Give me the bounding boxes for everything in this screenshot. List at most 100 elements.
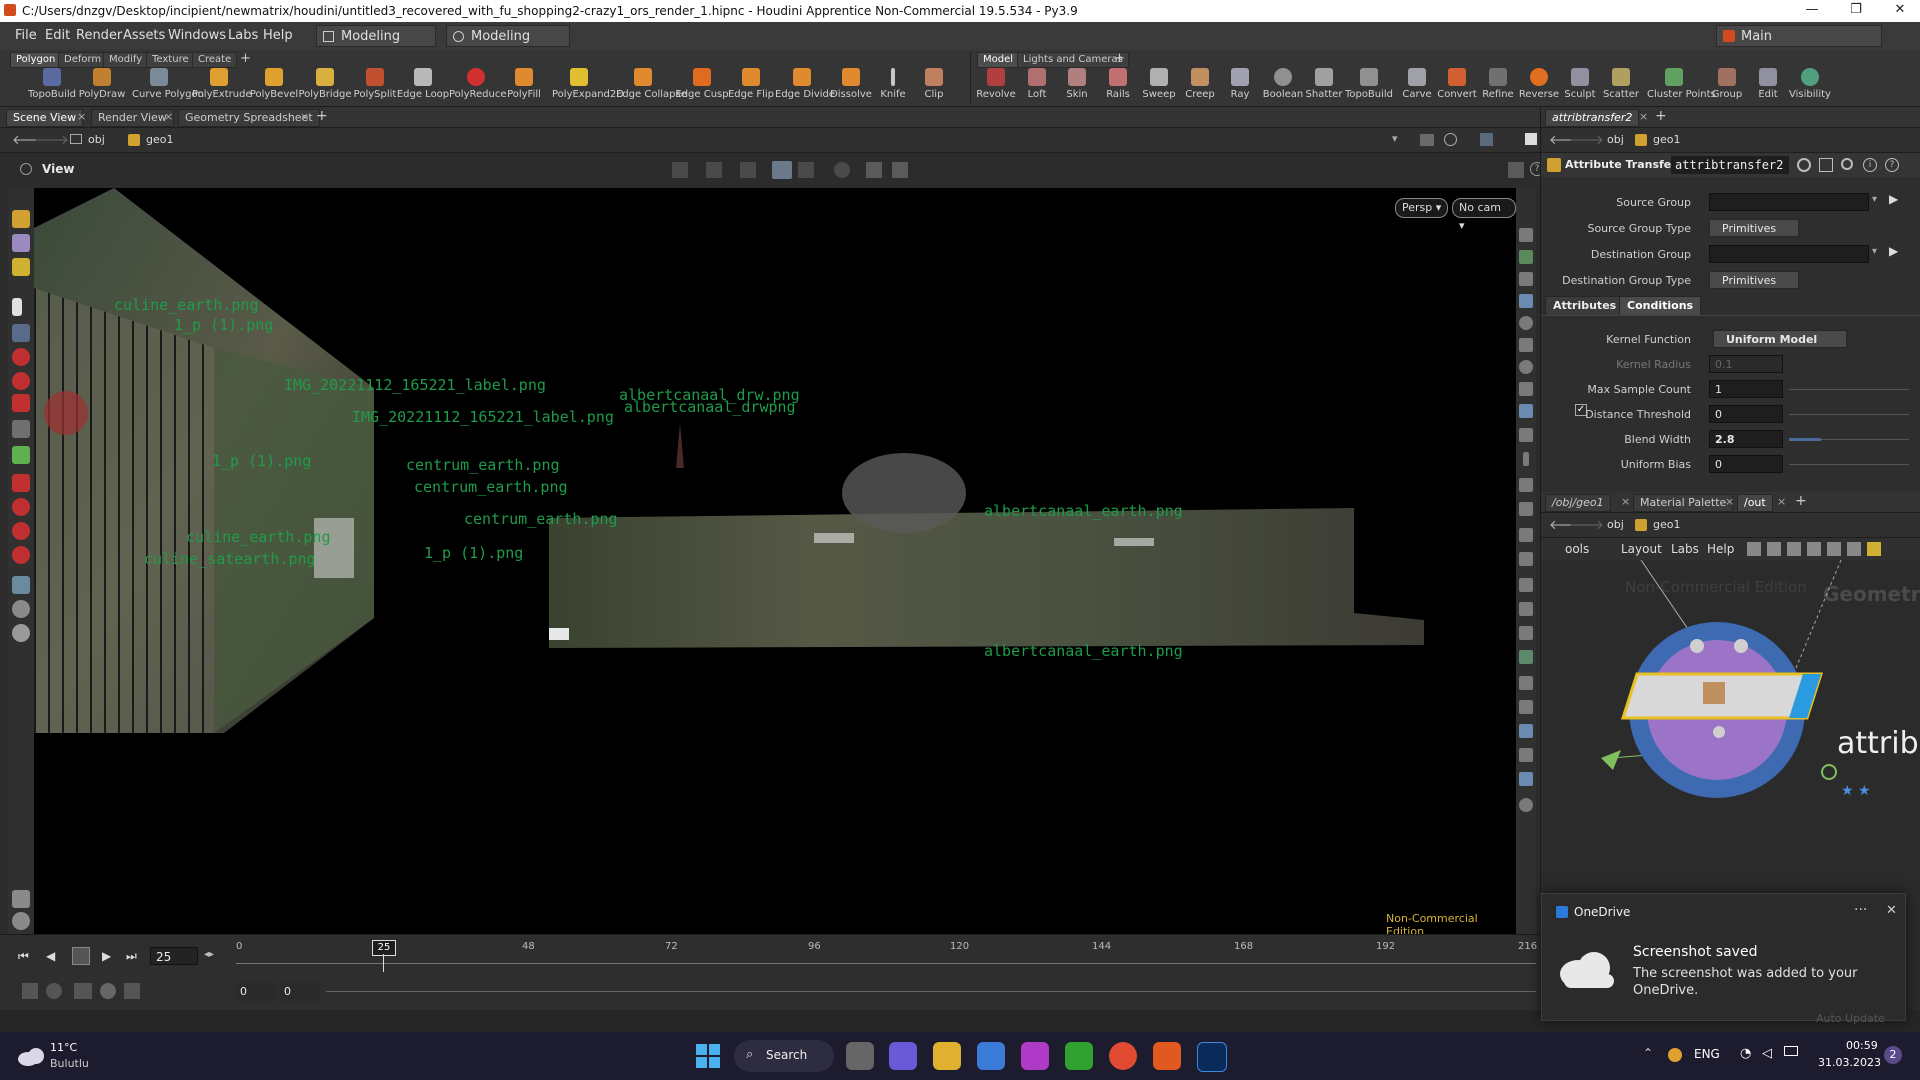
view-tool-icon[interactable] (12, 576, 30, 594)
pointer-tool-icon[interactable] (12, 298, 22, 316)
tool-polyreduce[interactable]: PolyReduce (449, 68, 506, 106)
wifi-icon[interactable]: ◔ (1740, 1046, 1751, 1061)
brush-tool-icon[interactable] (12, 372, 30, 390)
perspective-menu[interactable]: Persp ▾ (1395, 198, 1449, 218)
tab-obj-geo1[interactable]: /obj/geo1 (1545, 494, 1611, 512)
point-icon[interactable] (1523, 452, 1529, 466)
timeline-ruler[interactable]: 0 48 72 96 120 144 168 192 216 25 (236, 939, 1537, 979)
close-tab-icon[interactable]: × (1621, 495, 1630, 508)
wrench-icon[interactable] (1747, 542, 1761, 556)
clock-date[interactable]: 31.03.2023 (1818, 1056, 1881, 1069)
cook-icon[interactable] (12, 890, 30, 908)
tab-render-view[interactable]: Render View (91, 109, 174, 127)
add-tab-icon[interactable]: + (1655, 108, 1667, 124)
hda-icon[interactable] (1819, 158, 1833, 172)
forward-arrow-icon[interactable]: 🡒 (1569, 517, 1604, 533)
end-frame-field[interactable]: 0 (280, 983, 320, 1001)
bulb-icon[interactable] (1519, 360, 1533, 374)
toast-more-button[interactable]: ··· (1854, 902, 1867, 918)
weather-temp[interactable]: 11°C (50, 1041, 77, 1054)
path-geo[interactable]: geo1 (1653, 517, 1680, 533)
paint-tool-icon[interactable] (12, 394, 30, 412)
blend-width-field[interactable]: 2.8 (1709, 430, 1783, 448)
tool-edge-flip[interactable]: Edge Flip (724, 68, 778, 106)
pose-tool-icon[interactable] (12, 258, 30, 276)
flip-icon[interactable] (1519, 748, 1533, 762)
tab-attributes[interactable]: Attributes (1545, 296, 1625, 316)
dots-tool-icon[interactable] (12, 420, 30, 438)
lock-tool-icon[interactable] (12, 324, 30, 342)
input-connector-2[interactable] (1734, 639, 1748, 653)
file-explorer-icon[interactable] (933, 1042, 961, 1070)
tab-attribtransfer[interactable]: attribtransfer2 (1545, 109, 1640, 127)
wire-icon[interactable] (1519, 428, 1533, 442)
view-options-icon[interactable] (1508, 162, 1524, 178)
kernel-function-menu[interactable]: Uniform Model (1713, 330, 1847, 348)
path-obj[interactable]: obj (1607, 517, 1624, 533)
shelf-tab-deform[interactable]: Deform (58, 52, 108, 68)
lighting-icon[interactable] (834, 162, 850, 178)
fill-icon[interactable] (1519, 528, 1533, 542)
image-icon[interactable] (1827, 542, 1841, 556)
language-indicator[interactable]: ENG (1694, 1047, 1720, 1061)
goto-start-icon[interactable]: ⏮ (18, 949, 29, 964)
menu-file[interactable]: File (15, 28, 37, 43)
toast-close-button[interactable]: ✕ (1886, 903, 1897, 918)
tool-polysplit[interactable]: PolySplit (348, 68, 402, 106)
lock-icon[interactable] (1519, 272, 1533, 286)
tab-out[interactable]: /out (1737, 494, 1773, 512)
dest-group-type-menu[interactable]: Primitives (1709, 271, 1799, 289)
realtime-icon[interactable] (100, 983, 116, 999)
add-tab-icon[interactable]: + (316, 108, 328, 124)
input-connector-1[interactable] (1690, 639, 1704, 653)
path-obj[interactable]: obj (88, 132, 105, 148)
visibility-icon[interactable] (1519, 250, 1533, 264)
camera-toggle-icon[interactable] (1519, 382, 1533, 396)
light-icon[interactable] (1519, 316, 1533, 330)
tree-icon[interactable] (1767, 542, 1781, 556)
close-button[interactable]: ✕ (1880, 2, 1920, 20)
camera-icon[interactable] (866, 162, 882, 178)
menu-edit[interactable]: Edit (45, 28, 70, 43)
uniform-bias-field[interactable]: 0 (1709, 455, 1783, 473)
pin-icon[interactable] (1420, 134, 1434, 146)
arrow-select-icon[interactable]: ▶ (1889, 244, 1898, 258)
chevron-down-icon[interactable]: ▾ (1872, 246, 1877, 257)
display-options-icon[interactable] (1480, 133, 1493, 146)
normal-icon[interactable] (1519, 478, 1533, 492)
chevron-down-icon[interactable]: ▾ (1872, 194, 1877, 205)
distance-threshold-field[interactable]: 0 (1709, 405, 1783, 423)
tool-edge-cusp[interactable]: Edge Cusp (675, 68, 729, 106)
move-tool-icon[interactable] (12, 446, 30, 464)
arrow-select-icon[interactable]: ▶ (1889, 192, 1898, 206)
current-frame-field[interactable]: 25 (150, 947, 198, 965)
location-icon[interactable] (1519, 772, 1533, 786)
link-icon[interactable] (1444, 133, 1457, 146)
close-tab-icon[interactable]: × (1639, 110, 1648, 123)
output-connector[interactable] (1713, 726, 1725, 738)
add-shelf-tab-icon[interactable]: + (240, 51, 251, 66)
gear-icon[interactable] (1797, 158, 1811, 172)
add-shelf-tab-right-icon[interactable]: + (1114, 51, 1125, 66)
weather-desc[interactable]: Bulutlu (50, 1057, 89, 1070)
sphere-icon[interactable] (1519, 626, 1533, 640)
dest-group-field[interactable] (1709, 245, 1869, 263)
tool-polyexpand2d[interactable]: PolyExpand2D (552, 68, 624, 106)
rotate-tool-icon[interactable] (12, 498, 30, 516)
tool-edge-divide[interactable]: Edge Divide (775, 68, 835, 106)
info-icon[interactable]: i (1863, 158, 1877, 172)
close-tab-icon[interactable]: × (164, 110, 173, 123)
tool-icon[interactable] (1519, 676, 1533, 690)
add-tab-icon[interactable]: + (1795, 493, 1807, 509)
battery-icon[interactable] (1784, 1046, 1798, 1056)
maximize-pane-icon[interactable] (1525, 133, 1537, 145)
menu-assets[interactable]: Assets (123, 28, 165, 43)
tab-geometry-spreadsheet[interactable]: Geometry Spreadsheet (178, 109, 320, 127)
tool-topobuild-2[interactable]: TopoBuild (1342, 68, 1396, 106)
orbit-icon[interactable] (12, 600, 30, 618)
shelf-tab-create[interactable]: Create (192, 52, 238, 68)
chrome-icon[interactable] (1109, 1042, 1137, 1070)
max-sample-slider[interactable] (1789, 389, 1909, 390)
main-desktop-selector[interactable]: Main (1716, 25, 1882, 47)
snap-icon[interactable] (740, 162, 756, 178)
